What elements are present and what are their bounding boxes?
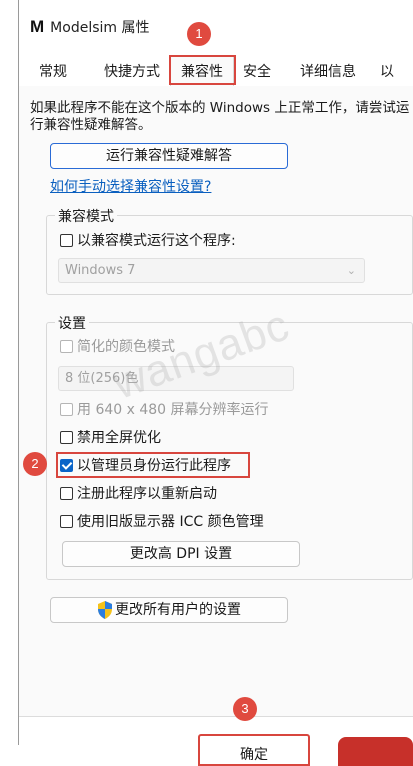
legacy-icc-label: 使用旧版显示器 ICC 颜色管理: [77, 514, 264, 530]
tab-shortcut[interactable]: 快捷方式: [97, 56, 167, 86]
ok-button[interactable]: 确定: [198, 734, 310, 766]
resolution-checkbox: [60, 402, 73, 416]
manual-compat-link[interactable]: 如何手动选择兼容性设置?: [50, 176, 211, 196]
compat-mode-label: 兼容模式: [55, 206, 117, 226]
color-depth-value: 8 位(256)色: [65, 371, 139, 386]
step-marker-2: 2: [23, 452, 47, 476]
step-marker-1: 1: [187, 22, 211, 46]
footer-divider: [19, 716, 413, 717]
compat-mode-row[interactable]: 以兼容模式运行这个程序:: [60, 229, 236, 251]
tab-previous-versions[interactable]: 以: [375, 56, 399, 86]
disable-fullscreen-row[interactable]: 禁用全屏优化: [60, 426, 161, 448]
reduced-color-row: 简化的颜色模式: [60, 335, 175, 357]
modelsim-logo-icon: M: [30, 17, 45, 36]
callout-highlight-tab: [169, 55, 236, 85]
run-as-admin-checkbox[interactable]: [60, 458, 73, 472]
disable-fullscreen-label: 禁用全屏优化: [77, 430, 161, 446]
change-dpi-button[interactable]: 更改高 DPI 设置: [62, 541, 300, 567]
change-all-users-label: 更改所有用户的设置: [115, 601, 241, 618]
compat-mode-checkbox-label: 以兼容模式运行这个程序:: [77, 233, 236, 249]
register-restart-checkbox[interactable]: [60, 486, 73, 500]
compat-mode-checkbox[interactable]: [60, 233, 73, 247]
change-all-users-button[interactable]: 更改所有用户的设置: [50, 597, 288, 623]
step-marker-3: 3: [233, 697, 257, 721]
window-title: Modelsim 属性: [50, 20, 150, 36]
intro-text: 如果此程序不能在这个版本的 Windows 上正常工作，请尝试运行兼容性疑难解答…: [30, 100, 410, 133]
os-version-select: Windows 7 ⌄: [58, 258, 365, 283]
register-restart-row[interactable]: 注册此程序以重新启动: [60, 482, 217, 504]
reduced-color-label: 简化的颜色模式: [77, 339, 175, 355]
run-troubleshooter-button[interactable]: 运行兼容性疑难解答: [50, 143, 288, 169]
settings-label: 设置: [55, 313, 89, 333]
chevron-down-icon: ⌄: [346, 264, 356, 277]
uac-shield-icon: [98, 601, 112, 619]
os-version-value: Windows 7: [65, 263, 136, 278]
legacy-icc-checkbox[interactable]: [60, 514, 73, 528]
color-depth-select: 8 位(256)色: [58, 366, 294, 391]
tab-details[interactable]: 详细信息: [293, 56, 363, 86]
resolution-label: 用 640 x 480 屏幕分辨率运行: [77, 402, 269, 418]
run-as-admin-label: 以管理员身份运行此程序: [77, 458, 231, 474]
compat-mode-group: [46, 215, 413, 295]
legacy-icc-row[interactable]: 使用旧版显示器 ICC 颜色管理: [60, 510, 264, 532]
tab-security[interactable]: 安全: [239, 56, 275, 86]
register-restart-label: 注册此程序以重新启动: [77, 486, 217, 502]
disable-fullscreen-checkbox[interactable]: [60, 430, 73, 444]
reduced-color-checkbox: [60, 339, 73, 353]
cancel-button[interactable]: [338, 737, 413, 766]
resolution-row: 用 640 x 480 屏幕分辨率运行: [60, 398, 269, 420]
run-as-admin-row[interactable]: 以管理员身份运行此程序: [60, 454, 231, 476]
title-bar: M Modelsim 属性: [30, 14, 149, 40]
tab-general[interactable]: 常规: [33, 56, 73, 86]
